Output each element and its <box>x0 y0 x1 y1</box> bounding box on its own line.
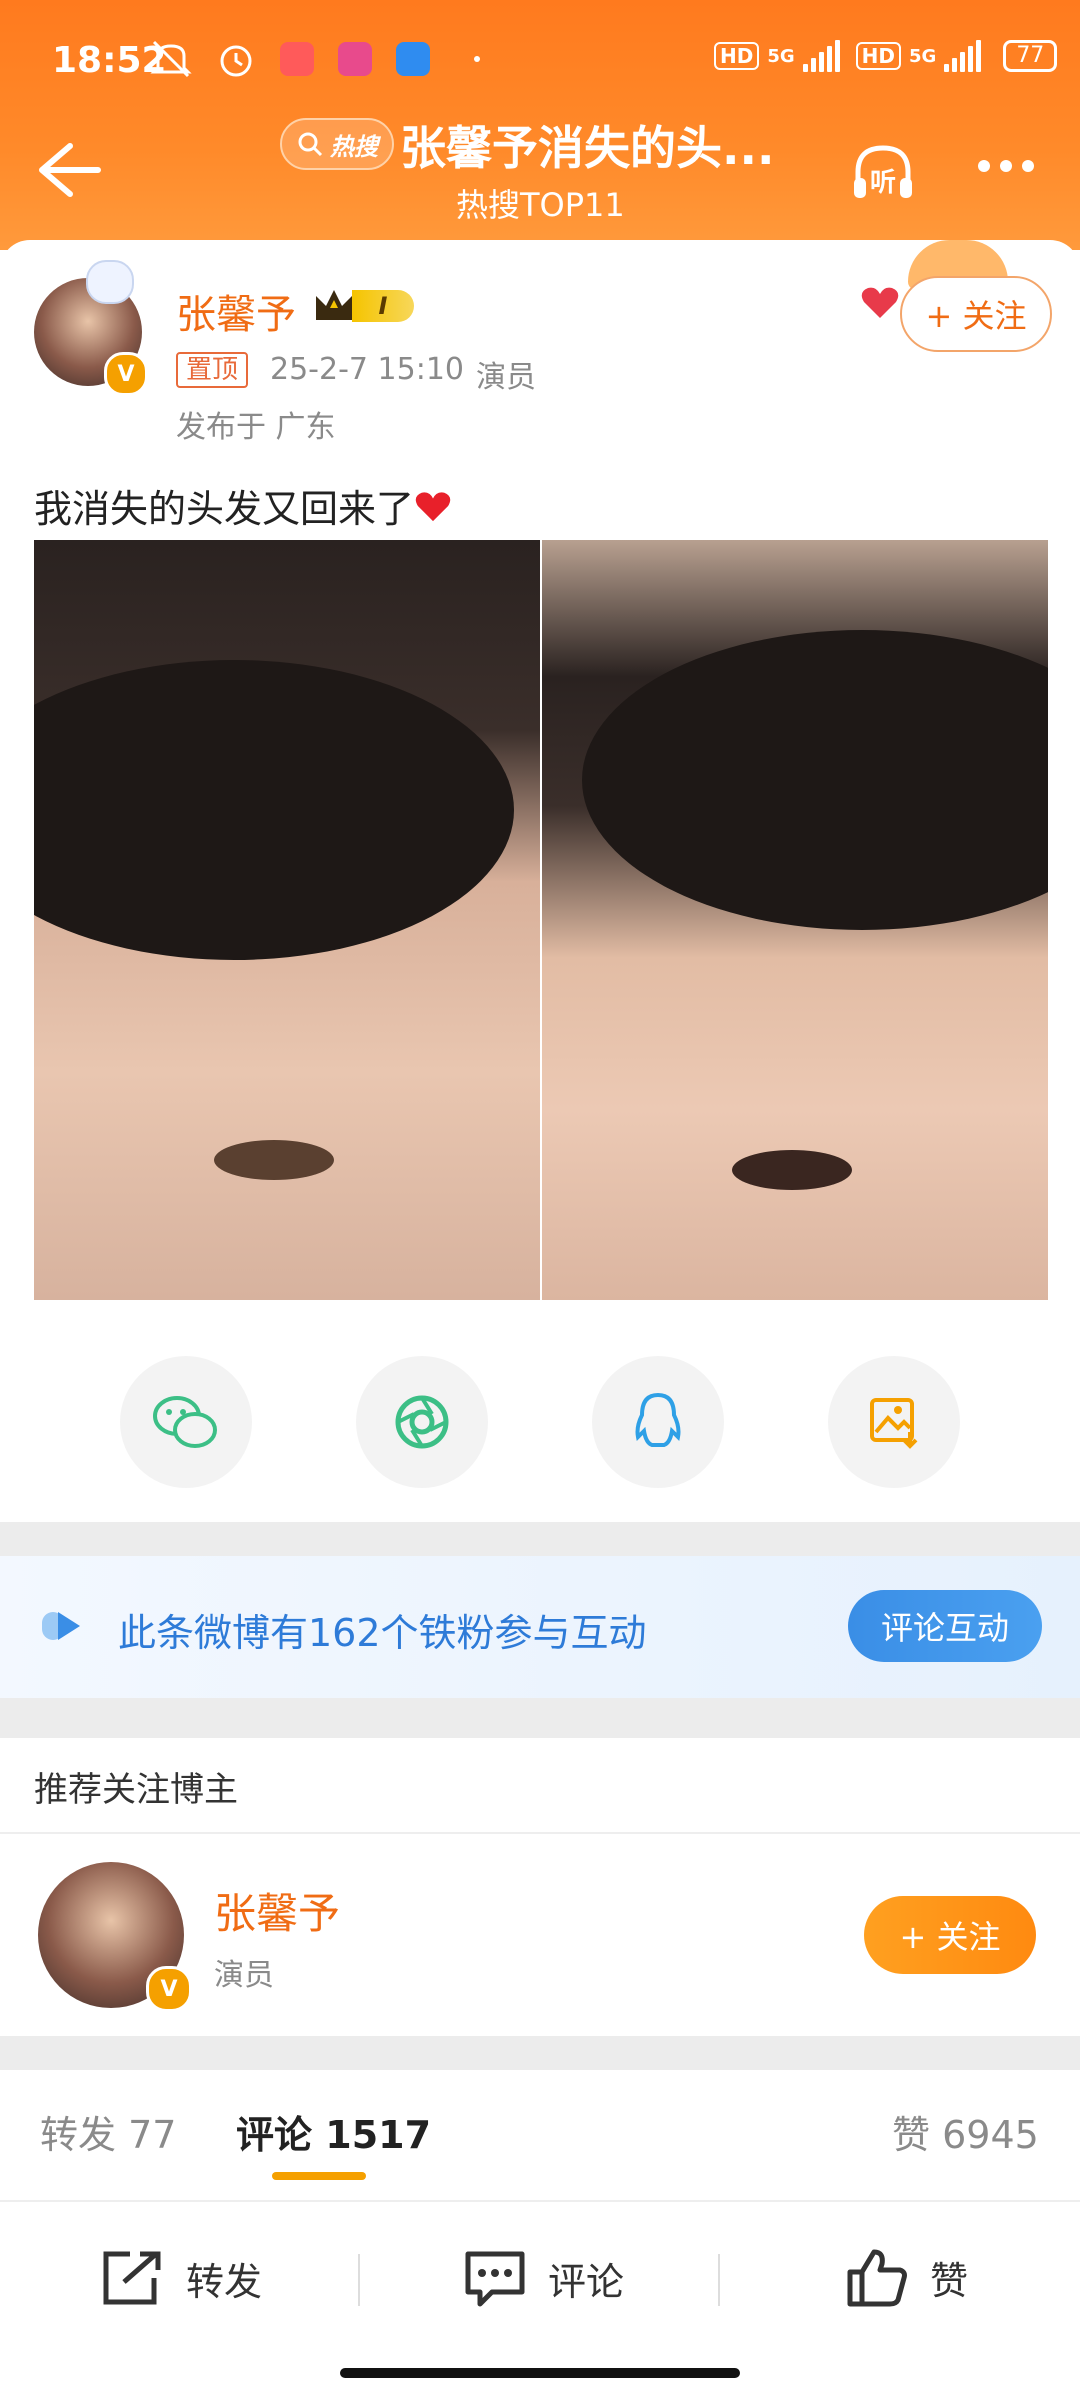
post-text: 我消失的头发又回来了 <box>34 487 415 531</box>
tab-comment-count: 1517 <box>325 2113 432 2157</box>
pinned-badge: 置顶 <box>176 352 249 388</box>
status-icons-left <box>150 38 480 80</box>
hair-shape <box>34 660 514 960</box>
page-title: 张馨予消失的头... <box>400 121 775 175</box>
member-level-badge: I <box>312 286 414 326</box>
verified-badge-icon: V <box>146 1966 192 2012</box>
home-indicator[interactable] <box>340 2368 740 2378</box>
thumbs-up-icon <box>847 2249 907 2307</box>
tab-like-count: 6945 <box>942 2113 1039 2157</box>
qq-icon <box>635 1392 681 1447</box>
post-image-2[interactable] <box>542 540 1048 1300</box>
avatar-pet-decoration-icon <box>86 260 134 304</box>
author-role: 演员 <box>476 360 536 395</box>
more-dot-icon <box>1000 160 1012 172</box>
save-image-icon <box>870 1398 918 1449</box>
mute-icon <box>150 40 192 78</box>
search-icon <box>298 132 323 157</box>
hot-search-badge[interactable]: 热搜 <box>280 118 394 170</box>
divider <box>0 1832 1080 1834</box>
verified-badge-icon: V <box>104 352 148 396</box>
share-moments-button[interactable] <box>356 1356 488 1488</box>
tab-repost[interactable]: 转发 77 <box>40 2104 176 2159</box>
signal-icon-2 <box>944 40 982 72</box>
divider <box>718 2254 720 2306</box>
status-icons-right: HD 5G HD 5G 77 <box>714 40 1058 72</box>
tab-repost-count: 77 <box>128 2113 177 2157</box>
share-qq-button[interactable] <box>592 1356 724 1488</box>
section-divider <box>0 2036 1080 2070</box>
recommend-name[interactable]: 张馨予 <box>214 1880 340 1941</box>
bottom-repost-label: 转发 <box>186 2259 263 2304</box>
moments-icon <box>395 1395 449 1449</box>
section-divider <box>0 1522 1080 1556</box>
tab-like-label: 赞 <box>892 2113 931 2157</box>
fans-banner-icon <box>42 1608 92 1644</box>
listen-label: 听 <box>870 168 897 198</box>
more-dot-icon <box>1022 160 1034 172</box>
recommend-title: 推荐关注博主 <box>34 1770 238 1810</box>
app-notification-icon <box>280 42 314 76</box>
tab-comment[interactable]: 评论 1517 <box>236 2104 431 2159</box>
fans-banner-text: 此条微博有162个铁粉参与互动 <box>118 1611 647 1655</box>
hot-search-badge-label: 热搜 <box>330 132 378 161</box>
tab-like[interactable]: 赞 6945 <box>892 2104 1039 2159</box>
alarm-icon <box>220 45 252 77</box>
page-subtitle: 热搜TOP11 <box>456 186 625 224</box>
wechat-icon <box>153 1396 217 1448</box>
bottom-comment-button[interactable]: 评论 <box>462 2248 624 2308</box>
more-notifications-dot <box>474 56 480 62</box>
hair-shape <box>582 630 1048 930</box>
battery-icon: 77 <box>1003 40 1058 72</box>
listen-button[interactable]: 听 <box>848 138 918 208</box>
signal-icon <box>802 40 840 72</box>
back-arrow-icon <box>39 143 101 197</box>
more-button[interactable] <box>978 160 1034 172</box>
divider <box>358 2254 360 2306</box>
post-location: 发布于 广东 <box>176 410 336 445</box>
network-label-2: 5G <box>909 45 937 67</box>
more-dot-icon <box>978 160 990 172</box>
recommend-role: 演员 <box>214 1958 274 1993</box>
eye-shape <box>214 1140 334 1180</box>
network-label: 5G <box>767 45 795 67</box>
comment-interaction-button[interactable]: 评论互动 <box>848 1590 1042 1662</box>
bottom-like-label: 赞 <box>930 2258 969 2303</box>
comment-icon <box>465 2251 525 2307</box>
message-app-icon <box>396 42 430 76</box>
eye-shape <box>732 1150 852 1190</box>
heart-emoji-icon <box>415 491 451 521</box>
post-time: 25-2-7 15:10 <box>270 352 464 387</box>
share-wechat-button[interactable] <box>120 1356 252 1488</box>
post-image-1[interactable] <box>34 540 540 1300</box>
hd-icon: HD <box>714 42 760 70</box>
bottom-comment-label: 评论 <box>548 2259 625 2304</box>
section-divider <box>0 1698 1080 1738</box>
recommend-follow-button[interactable]: + 关注 <box>864 1896 1036 1974</box>
game-app-icon <box>338 42 372 76</box>
crown-icon <box>316 290 352 320</box>
tab-comment-label: 评论 <box>236 2113 313 2157</box>
repost-icon <box>103 2251 161 2305</box>
hd-icon-2: HD <box>855 42 901 70</box>
save-image-button[interactable] <box>828 1356 960 1488</box>
follow-button[interactable]: + 关注 <box>900 276 1052 352</box>
tab-repost-label: 转发 <box>40 2113 117 2157</box>
back-button[interactable] <box>30 130 110 210</box>
bottom-like-button[interactable]: 赞 <box>844 2246 968 2308</box>
author-name[interactable]: 张馨予 <box>176 282 296 340</box>
bottom-repost-button[interactable]: 转发 <box>100 2248 262 2308</box>
post-text-row: 我消失的头发又回来了 <box>34 478 452 533</box>
level-number: I <box>352 290 414 322</box>
heart-decoration-icon <box>860 284 900 320</box>
tab-active-indicator <box>272 2172 366 2180</box>
